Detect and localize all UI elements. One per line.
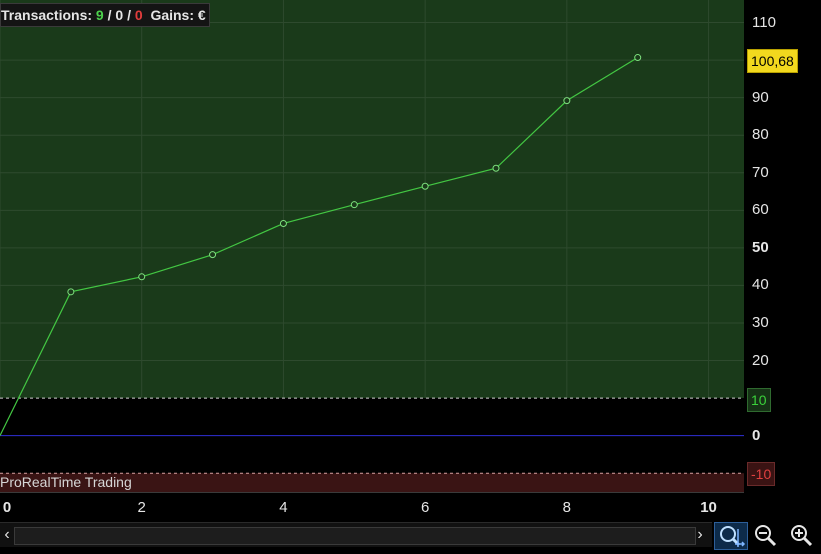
watermark: ProRealTime Trading <box>0 474 132 490</box>
data-point <box>421 182 429 190</box>
y-tick-label: 0 <box>752 426 761 444</box>
horizontal-scrollbar[interactable]: ‹ › <box>0 522 712 547</box>
x-tick-label: 2 <box>137 499 146 516</box>
x-tick-label: 6 <box>420 499 430 516</box>
current-value-tag: 100,68 <box>747 49 798 73</box>
neutral-trades-count: 0 <box>115 7 124 23</box>
currency-symbol: € <box>197 7 206 23</box>
y-tick-label: 50 <box>752 238 769 256</box>
y-tick-label: 90 <box>752 88 769 106</box>
separator: / <box>107 7 112 23</box>
zoom-fit-button[interactable] <box>714 522 748 550</box>
gains-label: Gains: <box>150 7 195 23</box>
data-point <box>492 164 500 172</box>
y-tick-label: 80 <box>752 126 769 144</box>
equity-curve-chart <box>0 0 744 492</box>
x-tick-label: 0 <box>2 499 12 516</box>
zoom-in-icon <box>791 525 813 547</box>
zoom-out-button[interactable] <box>750 522 782 548</box>
y-tick-label: 30 <box>752 313 769 331</box>
y-tick-label: 60 <box>752 201 769 219</box>
x-tick-label: 8 <box>562 499 572 516</box>
transactions-summary: Transactions: 9 / 0 / 0 Gains: € <box>0 3 210 27</box>
winning-trades-count: 9 <box>95 7 104 23</box>
scroll-track[interactable] <box>14 527 696 545</box>
x-tick-label: 10 <box>700 499 717 516</box>
y-tick-label: 40 <box>752 276 769 294</box>
data-point <box>67 288 75 296</box>
y-tick-label: 20 <box>752 351 769 369</box>
upper-threshold-tag: 10 <box>747 388 771 412</box>
losing-trades-count: 0 <box>134 7 143 23</box>
transactions-label: Transactions: <box>1 7 93 23</box>
data-point <box>634 54 642 62</box>
separator: / <box>127 7 131 23</box>
data-point <box>279 219 287 227</box>
x-tick-label: 4 <box>279 499 288 516</box>
zoom-in-button[interactable] <box>786 522 818 548</box>
lower-threshold-tag: -10 <box>747 462 776 486</box>
data-point <box>350 201 358 209</box>
data-point <box>138 273 146 281</box>
zoom-out-icon <box>755 525 777 547</box>
y-tick-label: 70 <box>752 163 769 181</box>
data-point <box>209 251 217 259</box>
zoom-fit-icon <box>720 526 746 547</box>
data-point <box>563 97 571 105</box>
chevron-right-icon[interactable]: › <box>693 526 707 544</box>
y-tick-label: 110 <box>752 13 776 31</box>
x-axis[interactable] <box>0 492 744 521</box>
chevron-left-icon[interactable]: ‹ <box>0 526 14 544</box>
